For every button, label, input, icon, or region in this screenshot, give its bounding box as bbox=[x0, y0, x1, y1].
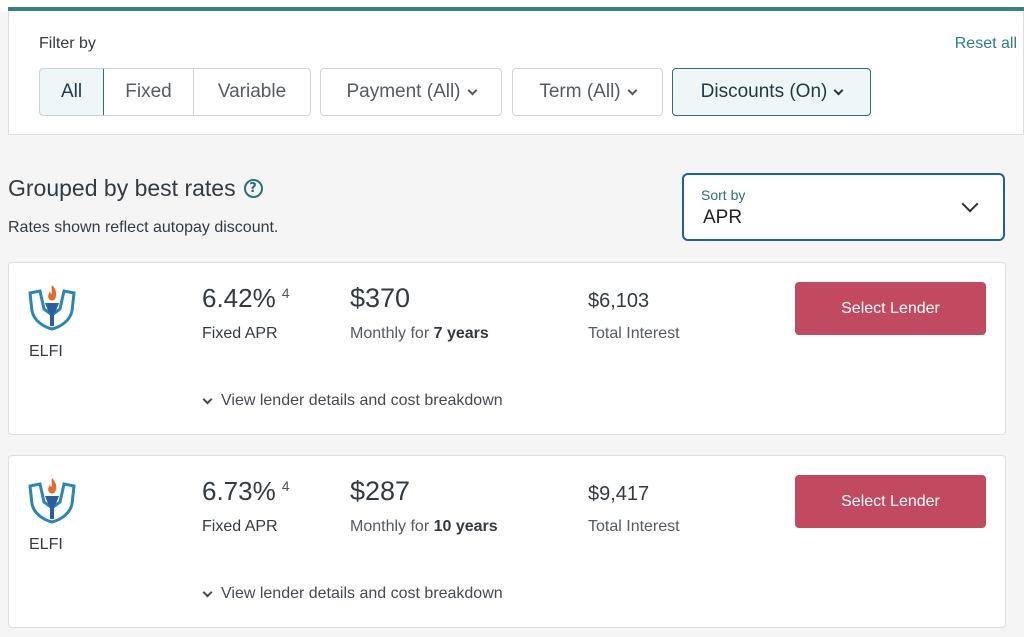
sort-by-select[interactable]: Sort by APR bbox=[682, 173, 1005, 241]
total-interest-value: $6,103 bbox=[588, 290, 650, 312]
chevron-down-icon bbox=[467, 85, 477, 95]
apr-value: 6.73% bbox=[202, 476, 276, 506]
filter-panel: Filter by Reset all All Fixed Variable P… bbox=[8, 11, 1024, 135]
payment-dropdown[interactable]: Payment (All) bbox=[320, 68, 502, 116]
monthly-prefix: Monthly for bbox=[350, 518, 430, 535]
view-details-toggle[interactable]: View lender details and cost breakdown bbox=[202, 585, 503, 603]
chevron-down-icon bbox=[833, 85, 844, 95]
discounts-dropdown-label: Discounts (On) bbox=[700, 81, 828, 102]
results-heading: Grouped by best rates ? bbox=[8, 175, 263, 202]
apr-value: 6.42% bbox=[202, 283, 276, 313]
term-dropdown[interactable]: Term (All) bbox=[512, 68, 663, 116]
total-interest-label: Total Interest bbox=[588, 325, 680, 342]
results-title: Grouped by best rates bbox=[8, 175, 236, 201]
total-interest-label: Total Interest bbox=[588, 518, 680, 535]
monthly-term-label: Monthly for 7 years bbox=[350, 325, 489, 343]
monthly-payment: $287 bbox=[350, 476, 411, 506]
segment-fixed[interactable]: Fixed bbox=[104, 69, 194, 115]
monthly-prefix: Monthly for bbox=[350, 325, 430, 342]
apr-rate: 6.73% 4 bbox=[202, 476, 290, 507]
rate-type-label: Fixed APR bbox=[202, 518, 278, 535]
monthly-term-label: Monthly for 10 years bbox=[350, 518, 498, 536]
rate-type-segmented-control: All Fixed Variable bbox=[39, 68, 311, 116]
lender-name: ELFI bbox=[29, 536, 63, 553]
view-details-label: View lender details and cost breakdown bbox=[221, 585, 503, 602]
chevron-down-icon bbox=[202, 587, 213, 597]
elfi-torch-logo-icon bbox=[28, 478, 76, 524]
discounts-dropdown[interactable]: Discounts (On) bbox=[672, 68, 871, 116]
results-subtitle: Rates shown reflect autopay discount. bbox=[8, 219, 279, 236]
footnote-marker: 4 bbox=[281, 478, 290, 494]
select-lender-button[interactable]: Select Lender bbox=[795, 282, 986, 335]
total-interest-value: $9,417 bbox=[588, 483, 650, 505]
sort-value: APR bbox=[703, 207, 743, 228]
select-lender-button[interactable]: Select Lender bbox=[795, 475, 986, 528]
filter-label: Filter by bbox=[39, 35, 96, 52]
elfi-torch-logo-icon bbox=[28, 285, 76, 331]
rate-type-label: Fixed APR bbox=[202, 325, 278, 342]
view-details-label: View lender details and cost breakdown bbox=[221, 392, 503, 409]
monthly-payment: $370 bbox=[350, 283, 411, 313]
chevron-down-icon bbox=[961, 195, 979, 213]
segment-variable[interactable]: Variable bbox=[194, 69, 310, 115]
lender-card: ELFI 6.42% 4 Fixed APR $370 Monthly for 7… bbox=[8, 262, 1006, 435]
footnote-marker: 4 bbox=[281, 285, 290, 301]
apr-rate: 6.42% 4 bbox=[202, 283, 290, 314]
payment-dropdown-label: Payment (All) bbox=[346, 81, 461, 102]
chevron-down-icon bbox=[202, 394, 213, 404]
segment-all[interactable]: All bbox=[40, 69, 104, 115]
view-details-toggle[interactable]: View lender details and cost breakdown bbox=[202, 392, 503, 410]
sort-label: Sort by bbox=[701, 187, 746, 203]
chevron-down-icon bbox=[627, 85, 638, 95]
lender-card: ELFI 6.73% 4 Fixed APR $287 Monthly for 1… bbox=[8, 455, 1006, 628]
reset-all-link[interactable]: Reset all bbox=[955, 35, 1017, 53]
loan-term: 10 years bbox=[433, 518, 498, 535]
help-icon[interactable]: ? bbox=[243, 179, 263, 198]
term-dropdown-label: Term (All) bbox=[539, 81, 621, 102]
loan-term: 7 years bbox=[433, 325, 489, 342]
lender-name: ELFI bbox=[29, 343, 63, 360]
